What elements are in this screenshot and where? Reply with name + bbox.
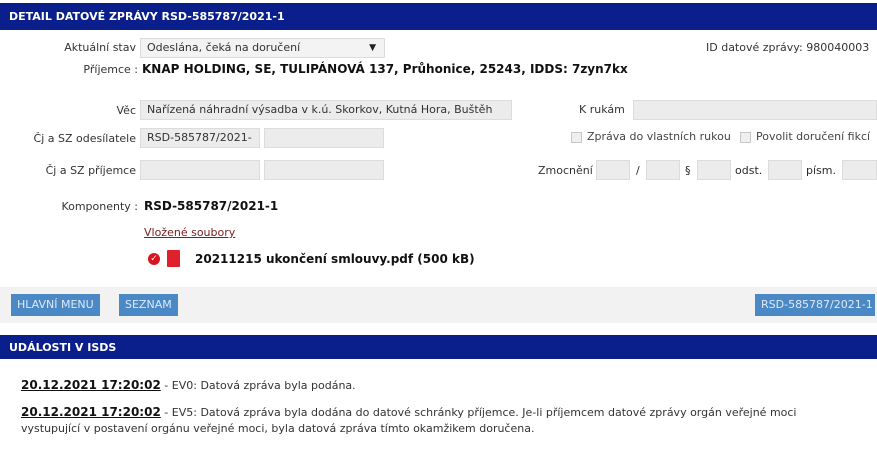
fiction-label: Povolit doručení fikcí <box>756 130 871 143</box>
event-item: 20.12.2021 17:20:02 - EV5: Datová zpráva… <box>21 405 797 435</box>
event-code: EV0 <box>171 379 194 392</box>
components-value: RSD-585787/2021-1 <box>144 199 279 213</box>
authorization-paragraph[interactable] <box>697 160 731 180</box>
message-id-value: 980040003 <box>806 41 870 54</box>
event-text-continued: vystupující v postavení orgánu veřejné m… <box>21 422 535 435</box>
state-select[interactable]: Odeslána, čeká na doručení ▼ <box>140 38 385 58</box>
recipient-value: KNAP HOLDING, SE, TULIPÁNOVÁ 137, Průhon… <box>142 62 628 76</box>
dropdown-arrow-icon: ▼ <box>369 43 376 53</box>
delete-icon[interactable]: ✓ <box>148 253 160 265</box>
main-menu-button[interactable]: HLAVNÍ MENU <box>11 294 100 316</box>
authorization-label: Zmocnění <box>538 164 593 177</box>
list-button[interactable]: SEZNAM <box>119 294 178 316</box>
recipient-label: Příjemce : <box>83 63 138 76</box>
authorization-slash: / <box>636 164 640 177</box>
sender-ref-field-2[interactable] <box>264 128 384 148</box>
event-text: Datová zpráva byla podána. <box>200 379 356 392</box>
recipient-ref-label: Čj a SZ příjemce <box>45 164 136 177</box>
to-hands-label: K rukám <box>579 103 625 116</box>
state-value: Odeslána, čeká na doručení <box>147 41 301 54</box>
fiction-checkbox[interactable] <box>740 132 751 143</box>
event-time: 20.12.2021 17:20:02 <box>21 405 161 419</box>
attached-files-link[interactable]: Vložené soubory <box>144 226 235 239</box>
odst-label: odst. <box>735 164 763 177</box>
recipient-ref-field[interactable] <box>140 160 260 180</box>
pdf-file-icon <box>167 250 180 267</box>
event-item: 20.12.2021 17:20:02 - EV0: Datová zpráva… <box>21 378 356 392</box>
file-link[interactable]: 20211215 ukončení smlouvy.pdf (500 kB) <box>195 252 475 266</box>
event-time: 20.12.2021 17:20:02 <box>21 378 161 392</box>
detail-title: DETAIL DATOVÉ ZPRÁVY RSD-585787/2021-1 <box>9 10 285 23</box>
event-code: EV5 <box>171 406 194 419</box>
message-id: ID datové zprávy: 980040003 <box>706 41 869 54</box>
authorization-pism[interactable] <box>842 160 877 180</box>
recipient-ref-field-2[interactable] <box>264 160 384 180</box>
detail-header: DETAIL DATOVÉ ZPRÁVY RSD-585787/2021-1 <box>0 3 877 30</box>
to-hands-field[interactable] <box>633 100 877 120</box>
events-header: UDÁLOSTI V ISDS <box>0 335 877 359</box>
own-hands-label: Zpráva do vlastních rukou <box>587 130 731 143</box>
events-title: UDÁLOSTI V ISDS <box>9 340 117 354</box>
subject-field[interactable]: Nařízená náhradní výsadba v k.ú. Skorkov… <box>140 100 512 120</box>
own-hands-checkbox[interactable] <box>571 132 582 143</box>
sender-ref-label: Čj a SZ odesílatele <box>33 132 136 145</box>
event-text: Datová zpráva byla dodána do datové schr… <box>200 406 797 419</box>
authorization-number[interactable] <box>596 160 630 180</box>
message-ref-button[interactable]: RSD-585787/2021-1 <box>755 294 875 316</box>
paragraph-sign: § <box>685 164 691 177</box>
state-label: Aktuální stav <box>64 41 136 54</box>
subject-label: Věc <box>116 104 137 117</box>
authorization-year[interactable] <box>646 160 680 180</box>
pism-label: písm. <box>806 164 836 177</box>
message-id-label: ID datové zprávy: <box>706 41 803 54</box>
components-label: Komponenty : <box>61 200 138 213</box>
authorization-odst[interactable] <box>768 160 802 180</box>
sender-ref-field[interactable]: RSD-585787/2021- <box>140 128 260 148</box>
